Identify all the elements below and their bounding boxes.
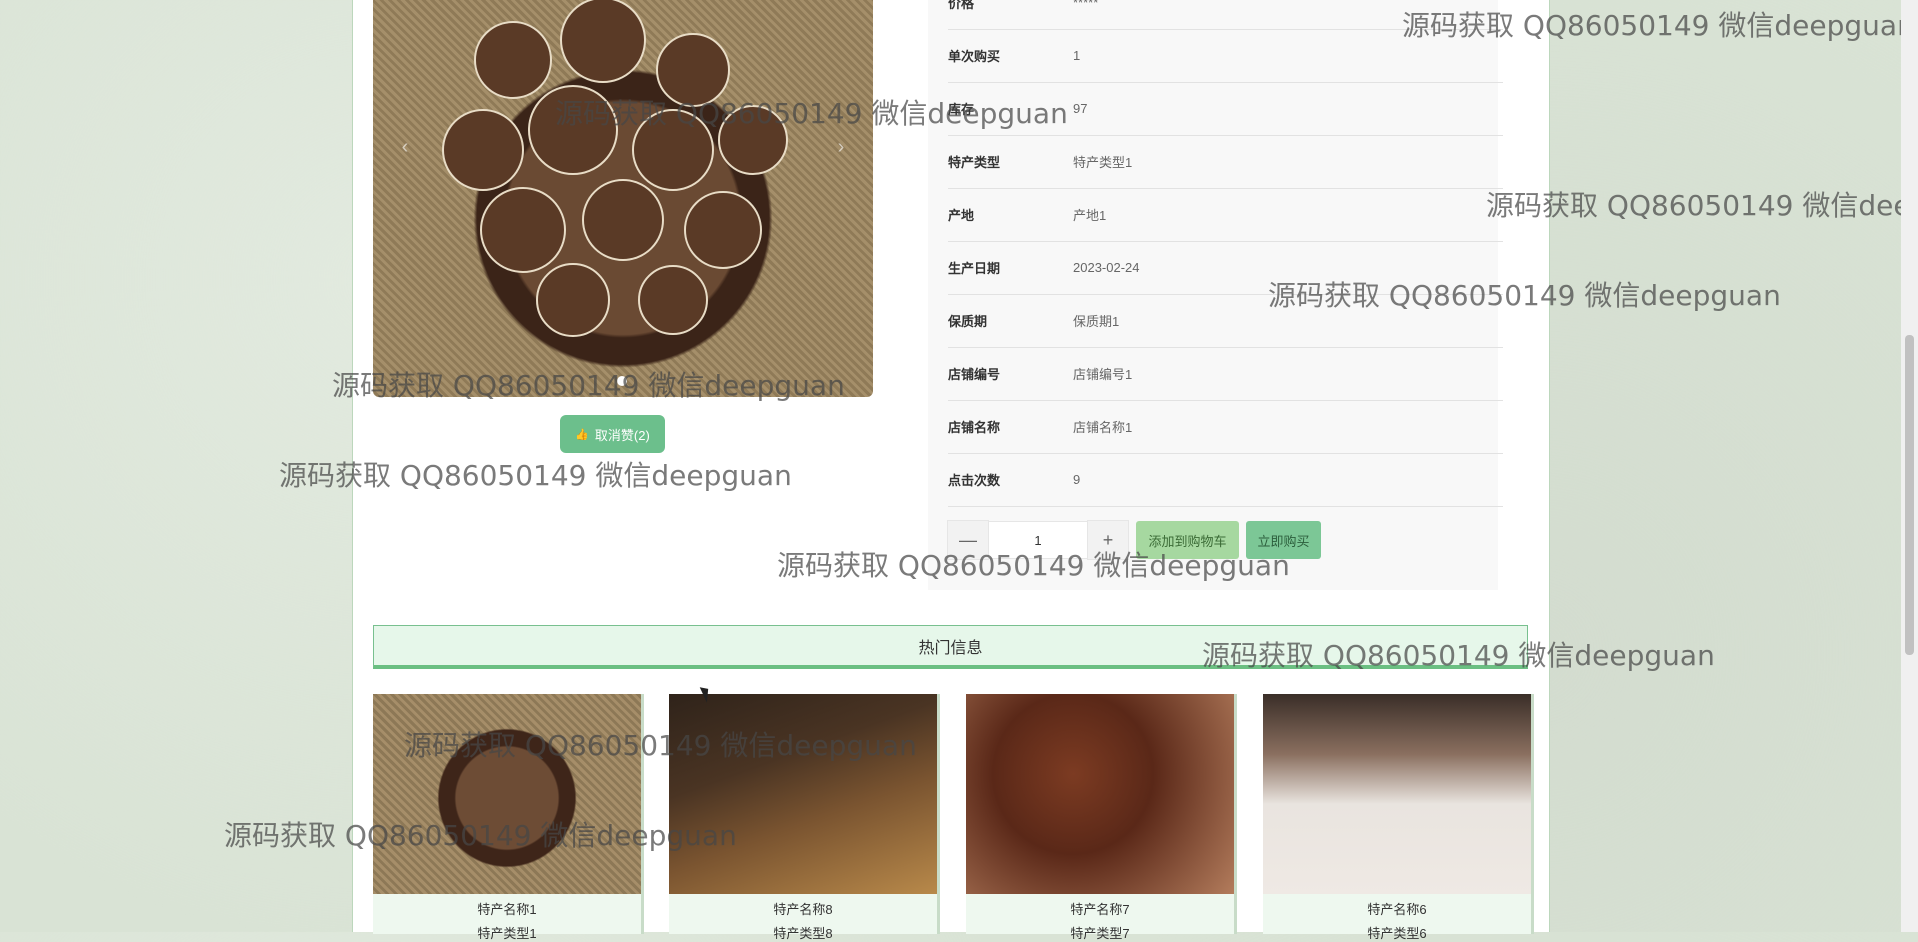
unlike-button[interactable]: 👍 取消赞(2): [560, 415, 665, 453]
thumbs-up-icon: 👍: [575, 428, 589, 441]
product-type: 特产类型7: [1070, 926, 1130, 941]
detail-value: *****: [1073, 0, 1099, 10]
detail-value: 产地1: [1073, 208, 1107, 223]
product-image[interactable]: [1263, 694, 1531, 894]
product-type: 特产类型6: [1367, 926, 1427, 941]
detail-row-per-purchase: 单次购买 1: [948, 29, 1503, 83]
detail-row-type: 特产类型 特产类型1: [948, 135, 1503, 189]
detail-label: 特产类型: [948, 155, 1001, 170]
buy-now-button[interactable]: 立即购买: [1246, 521, 1321, 559]
product-image[interactable]: [373, 694, 641, 894]
detail-value: 店铺编号1: [1073, 367, 1133, 382]
detail-label: 点击次数: [948, 473, 1001, 488]
detail-row-shop-id: 店铺编号 店铺编号1: [948, 347, 1503, 401]
carousel-indicator-dot[interactable]: [617, 376, 627, 386]
hot-info-header: 热门信息: [373, 625, 1528, 669]
unlike-label: 取消赞(2): [594, 427, 650, 443]
product-name: 特产名称1: [477, 902, 537, 917]
detail-row-production-date: 生产日期 2023-02-24: [948, 241, 1503, 295]
product-name: 特产名称7: [1070, 902, 1130, 917]
increase-quantity-button[interactable]: +: [1087, 520, 1129, 560]
mushroom-photo: [442, 0, 788, 337]
detail-value: 特产类型1: [1073, 155, 1133, 170]
hot-item-card[interactable]: 特产名称6 特产类型6: [1263, 694, 1534, 941]
detail-row-shop-name: 店铺名称 店铺名称1: [948, 400, 1503, 454]
detail-row-stock: 库存 97: [948, 82, 1503, 136]
quantity-input[interactable]: [989, 521, 1087, 559]
product-type: 特产类型8: [773, 926, 833, 941]
hot-item-card[interactable]: 特产名称8 特产类型8: [669, 694, 940, 941]
detail-row-origin: 产地 产地1: [948, 188, 1503, 242]
product-image-carousel[interactable]: ‹ ›: [373, 0, 873, 397]
main-container: ‹ › 👍 取消赞(2) 价格 ***** 单次购买 1 库存 97 特产类型 …: [352, 0, 1550, 941]
detail-row-click-count: 点击次数 9: [948, 453, 1503, 507]
add-to-cart-button[interactable]: 添加到购物车: [1136, 521, 1239, 559]
detail-label: 生产日期: [948, 261, 1001, 276]
detail-label: 单次购买: [948, 49, 1001, 64]
product-image[interactable]: [966, 694, 1234, 894]
page-scrollbar[interactable]: [1901, 0, 1918, 932]
detail-value: 1: [1073, 48, 1081, 63]
detail-label: 店铺编号: [948, 367, 1001, 382]
product-type: 特产类型1: [477, 926, 537, 941]
detail-label: 产地: [948, 208, 975, 223]
product-image[interactable]: [669, 694, 937, 894]
detail-label: 库存: [948, 102, 975, 117]
carousel-prev-arrow[interactable]: ‹: [393, 135, 417, 159]
decrease-quantity-button[interactable]: —: [947, 520, 989, 560]
detail-value: 9: [1073, 472, 1081, 487]
hot-item-card[interactable]: 特产名称1 特产类型1: [373, 694, 644, 941]
product-name: 特产名称6: [1367, 902, 1427, 917]
product-name: 特产名称8: [773, 902, 833, 917]
detail-value: 2023-02-24: [1073, 260, 1140, 275]
hot-item-card[interactable]: 特产名称7 特产类型7: [966, 694, 1237, 941]
scrollbar-thumb[interactable]: [1905, 335, 1914, 655]
product-details-panel: 价格 ***** 单次购买 1 库存 97 特产类型 特产类型1 产地 产地1 …: [928, 0, 1503, 590]
carousel-next-arrow[interactable]: ›: [829, 135, 853, 159]
detail-row-shelf-life: 保质期 保质期1: [948, 294, 1503, 348]
detail-label: 保质期: [948, 314, 988, 329]
purchase-controls: — + 添加到购物车 立即购买: [947, 520, 1321, 560]
detail-label: 店铺名称: [948, 420, 1001, 435]
detail-value: 店铺名称1: [1073, 420, 1133, 435]
detail-row-price: 价格 *****: [948, 0, 1503, 30]
detail-value: 保质期1: [1073, 314, 1120, 329]
detail-value: 97: [1073, 101, 1088, 116]
detail-label: 价格: [948, 0, 975, 11]
watermark-text: 源码获取 QQ86050149 微信deepguan: [1486, 189, 1918, 222]
